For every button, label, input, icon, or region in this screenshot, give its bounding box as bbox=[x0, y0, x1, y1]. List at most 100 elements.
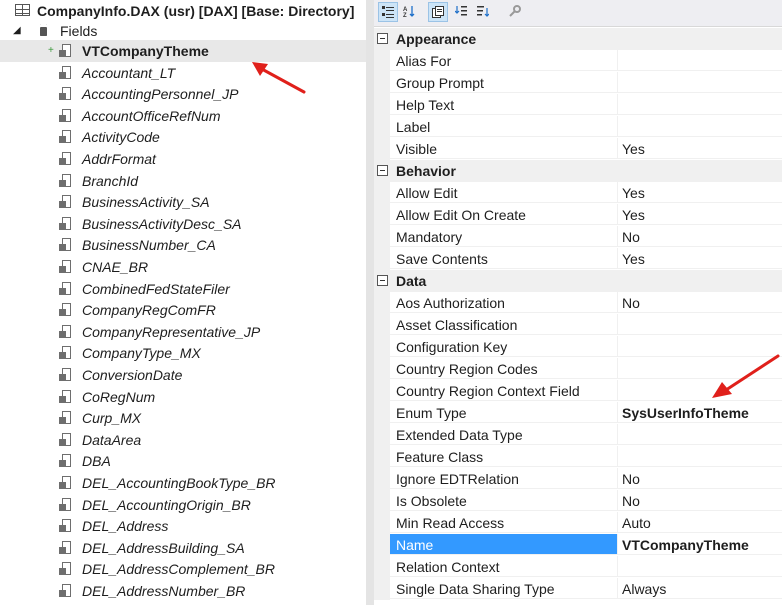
property-row-enum-type[interactable]: Enum Type SysUserInfoTheme bbox=[374, 402, 782, 424]
tree-field-item[interactable]: CompanyType_MX bbox=[0, 342, 366, 364]
property-name[interactable]: Visible bbox=[390, 138, 618, 159]
property-row-allow-edit-on-create[interactable]: Allow Edit On Create Yes bbox=[374, 204, 782, 226]
property-value[interactable]: Always bbox=[618, 578, 782, 599]
property-value[interactable]: Yes bbox=[618, 182, 782, 203]
tree-field-item[interactable]: DEL_AccountingBookType_BR bbox=[0, 472, 366, 494]
property-name[interactable]: Configuration Key bbox=[390, 336, 618, 357]
tree-field-item[interactable]: BusinessActivityDesc_SA bbox=[0, 213, 366, 235]
tree-field-item[interactable]: AccountingPersonnel_JP bbox=[0, 83, 366, 105]
property-name[interactable]: Min Read Access bbox=[390, 512, 618, 533]
property-name[interactable]: Asset Classification bbox=[390, 314, 618, 335]
property-name[interactable]: Country Region Codes bbox=[390, 358, 618, 379]
property-row-label[interactable]: Label bbox=[374, 116, 782, 138]
collapse-minus-icon[interactable] bbox=[377, 165, 388, 176]
property-row-group-prompt[interactable]: Group Prompt bbox=[374, 72, 782, 94]
tree-field-item[interactable]: DEL_AddressBuilding_SA bbox=[0, 537, 366, 559]
alphabetical-button[interactable]: A Z bbox=[400, 2, 420, 22]
property-row-ignore-edtrelation[interactable]: Ignore EDTRelation No bbox=[374, 468, 782, 490]
property-value[interactable]: SysUserInfoTheme bbox=[618, 402, 782, 423]
property-value[interactable] bbox=[618, 50, 782, 71]
tree-field-item[interactable]: CNAE_BR bbox=[0, 256, 366, 278]
property-row-allow-edit[interactable]: Allow Edit Yes bbox=[374, 182, 782, 204]
property-value[interactable]: No bbox=[618, 226, 782, 247]
tree-field-item[interactable]: CompanyRegComFR bbox=[0, 299, 366, 321]
property-name[interactable]: Country Region Context Field bbox=[390, 380, 618, 401]
tree-field-item[interactable]: BusinessNumber_CA bbox=[0, 234, 366, 256]
property-value[interactable] bbox=[618, 314, 782, 335]
property-name[interactable]: Name bbox=[390, 534, 618, 555]
property-value[interactable] bbox=[618, 446, 782, 467]
property-row-single-data-sharing-type[interactable]: Single Data Sharing Type Always bbox=[374, 578, 782, 600]
tree-field-item[interactable]: DEL_AccountingOrigin_BR bbox=[0, 494, 366, 516]
tree-field-item[interactable]: ActivityCode bbox=[0, 126, 366, 148]
wrench-button[interactable] bbox=[506, 2, 526, 22]
property-row-min-read-access[interactable]: Min Read Access Auto bbox=[374, 512, 782, 534]
property-name[interactable]: Allow Edit On Create bbox=[390, 204, 618, 225]
property-name[interactable]: Alias For bbox=[390, 50, 618, 71]
property-row-asset-classification[interactable]: Asset Classification bbox=[374, 314, 782, 336]
property-name[interactable]: Allow Edit bbox=[390, 182, 618, 203]
property-row-save-contents[interactable]: Save Contents Yes bbox=[374, 248, 782, 270]
tree-fields-node[interactable]: ◢ Fields bbox=[0, 20, 366, 42]
property-name[interactable]: Extended Data Type bbox=[390, 424, 618, 445]
categorized-button[interactable] bbox=[378, 2, 398, 22]
category-data[interactable]: Data bbox=[374, 270, 782, 292]
property-value[interactable] bbox=[618, 72, 782, 93]
property-name[interactable]: Single Data Sharing Type bbox=[390, 578, 618, 599]
tree-field-item[interactable]: Accountant_LT bbox=[0, 62, 366, 84]
collapse-minus-icon[interactable] bbox=[377, 275, 388, 286]
property-row-visible[interactable]: Visible Yes bbox=[374, 138, 782, 160]
property-value[interactable] bbox=[618, 556, 782, 577]
tree-field-item[interactable]: Curp_MX bbox=[0, 407, 366, 429]
property-name[interactable]: Enum Type bbox=[390, 402, 618, 423]
property-row-is-obsolete[interactable]: Is Obsolete No bbox=[374, 490, 782, 512]
property-row-aos-authorization[interactable]: Aos Authorization No bbox=[374, 292, 782, 314]
property-row-name[interactable]: Name VTCompanyTheme bbox=[374, 534, 782, 556]
tree-field-item[interactable]: BranchId bbox=[0, 170, 366, 192]
expand-all-button[interactable] bbox=[452, 2, 472, 22]
property-name[interactable]: Mandatory bbox=[390, 226, 618, 247]
tree-field-item[interactable]: CompanyRepresentative_JP bbox=[0, 321, 366, 343]
collapse-minus-icon[interactable] bbox=[377, 33, 388, 44]
tree-field-item[interactable]: CoRegNum bbox=[0, 386, 366, 408]
property-row-mandatory[interactable]: Mandatory No bbox=[374, 226, 782, 248]
collapse-all-button[interactable] bbox=[474, 2, 494, 22]
tree-field-item[interactable]: DBA bbox=[0, 450, 366, 472]
splitter[interactable] bbox=[366, 0, 374, 605]
property-name[interactable]: Feature Class bbox=[390, 446, 618, 467]
property-value[interactable]: Auto bbox=[618, 512, 782, 533]
property-row-extended-data-type[interactable]: Extended Data Type bbox=[374, 424, 782, 446]
tree-field-item[interactable]: DataArea bbox=[0, 429, 366, 451]
tree-field-item[interactable]: AccountOfficeRefNum bbox=[0, 105, 366, 127]
property-value[interactable] bbox=[618, 116, 782, 137]
tree-field-item[interactable]: AddrFormat bbox=[0, 148, 366, 170]
category-appearance[interactable]: Appearance bbox=[374, 28, 782, 50]
property-row-relation-context[interactable]: Relation Context bbox=[374, 556, 782, 578]
collapse-triangle-icon[interactable]: ◢ bbox=[13, 20, 21, 42]
property-name[interactable]: Help Text bbox=[390, 94, 618, 115]
property-row-feature-class[interactable]: Feature Class bbox=[374, 446, 782, 468]
tree-root[interactable]: CompanyInfo.DAX (usr) [DAX] [Base: Direc… bbox=[0, 0, 366, 22]
property-value[interactable]: No bbox=[618, 490, 782, 511]
property-row-help-text[interactable]: Help Text bbox=[374, 94, 782, 116]
property-value[interactable]: VTCompanyTheme bbox=[618, 534, 782, 555]
property-name[interactable]: Save Contents bbox=[390, 248, 618, 269]
property-name[interactable]: Aos Authorization bbox=[390, 292, 618, 313]
property-name[interactable]: Relation Context bbox=[390, 556, 618, 577]
property-name[interactable]: Group Prompt bbox=[390, 72, 618, 93]
property-value[interactable]: Yes bbox=[618, 138, 782, 159]
property-name[interactable]: Label bbox=[390, 116, 618, 137]
tree-field-item[interactable]: ConversionDate bbox=[0, 364, 366, 386]
property-value[interactable]: No bbox=[618, 468, 782, 489]
tree-field-selected[interactable]: + VTCompanyTheme bbox=[0, 40, 366, 62]
tree-field-item[interactable]: DEL_AddressNumber_BR bbox=[0, 580, 366, 602]
property-name[interactable]: Ignore EDTRelation bbox=[390, 468, 618, 489]
property-pages-button[interactable] bbox=[428, 2, 448, 22]
tree-field-item[interactable]: DEL_AddressComplement_BR bbox=[0, 558, 366, 580]
tree-field-item[interactable]: DEL_Address bbox=[0, 515, 366, 537]
category-behavior[interactable]: Behavior bbox=[374, 160, 782, 182]
property-value[interactable]: Yes bbox=[618, 204, 782, 225]
tree-field-item[interactable]: BusinessActivity_SA bbox=[0, 191, 366, 213]
property-value[interactable]: Yes bbox=[618, 248, 782, 269]
property-value[interactable] bbox=[618, 424, 782, 445]
